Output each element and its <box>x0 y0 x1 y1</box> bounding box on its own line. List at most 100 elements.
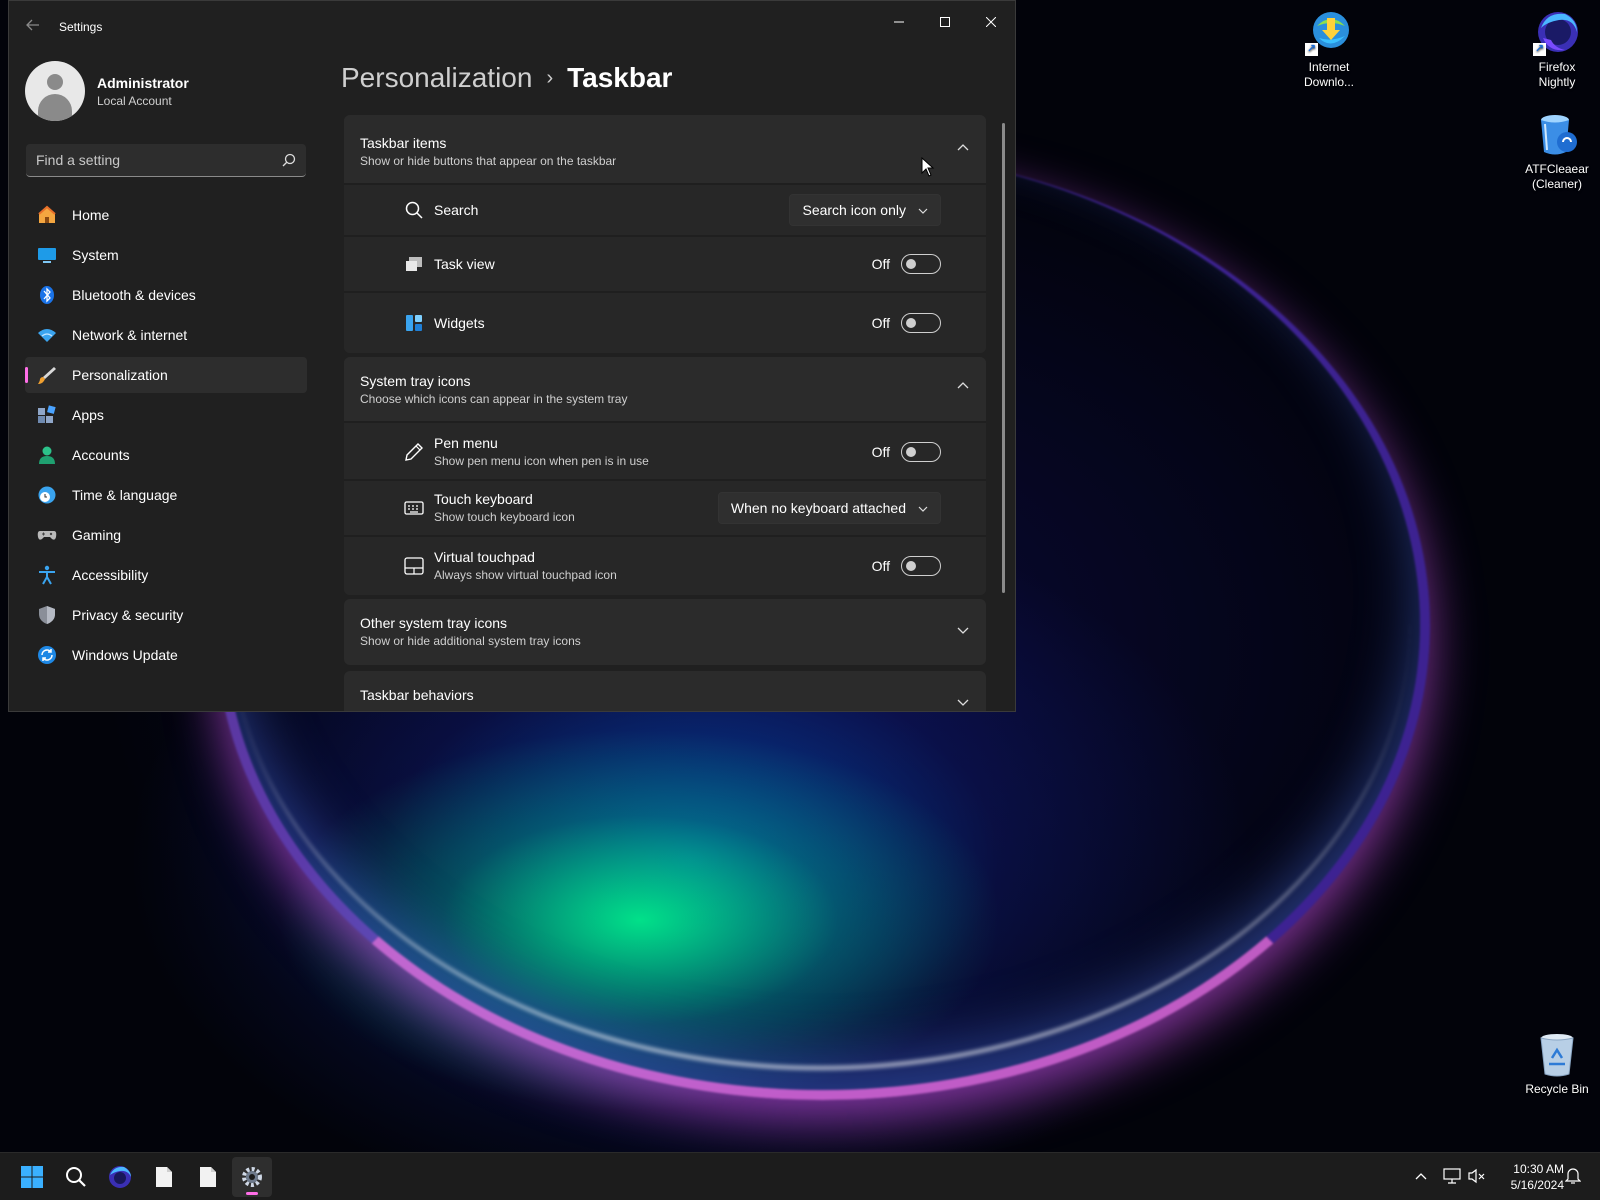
taskbar-clock[interactable]: 10:30 AM 5/16/2024 <box>1496 1161 1564 1193</box>
settings-gear-icon <box>242 1167 262 1187</box>
window-title: Settings <box>59 20 103 34</box>
virtual-touchpad-description: Always show virtual touchpad icon <box>434 568 617 582</box>
sidebar-item-system[interactable]: System <box>25 237 307 273</box>
sidebar-item-label: Windows Update <box>72 647 178 663</box>
user-account-type: Local Account <box>97 94 172 108</box>
desktop-icon-internet-download-manager[interactable]: ↗ Internet Downlo... <box>1291 8 1367 90</box>
sidebar-item-label: Accessibility <box>72 567 149 583</box>
maximize-button[interactable] <box>922 7 968 37</box>
sidebar-item-windows-update[interactable]: Windows Update <box>25 637 307 673</box>
privacy-shield-icon <box>37 605 57 625</box>
taskbar-file-1[interactable] <box>144 1157 184 1197</box>
pen-menu-label: Pen menu <box>434 435 498 451</box>
pen-menu-row: Pen menu Show pen menu icon when pen is … <box>344 421 986 479</box>
scrollbar-thumb[interactable] <box>1002 123 1005 593</box>
sidebar-item-personalization[interactable]: Personalization <box>25 357 307 393</box>
sidebar-item-accounts[interactable]: Accounts <box>25 437 307 473</box>
search-input[interactable] <box>26 144 266 176</box>
system-icon <box>37 245 57 265</box>
sidebar-item-label: Accounts <box>72 447 130 463</box>
system-tray-icons-header[interactable]: System tray icons Choose which icons can… <box>344 357 986 421</box>
taskbar-firefox-nightly[interactable] <box>100 1157 140 1197</box>
touchpad-icon <box>404 556 424 576</box>
search-icon <box>404 200 424 220</box>
task-view-toggle-state: Off <box>871 256 890 272</box>
close-button[interactable] <box>968 7 1014 37</box>
other-system-tray-icons-section[interactable]: Other system tray icons Show or hide add… <box>344 599 986 665</box>
sidebar-item-privacy-security[interactable]: Privacy & security <box>25 597 307 633</box>
virtual-touchpad-toggle[interactable] <box>901 556 941 576</box>
scrollbar[interactable] <box>1002 123 1006 593</box>
start-button[interactable] <box>12 1157 52 1197</box>
sidebar-item-network-internet[interactable]: Network & internet <box>25 317 307 353</box>
taskbar: 10:30 AM 5/16/2024 <box>0 1152 1600 1200</box>
breadcrumb-parent[interactable]: Personalization <box>341 62 532 93</box>
widgets-label: Widgets <box>434 315 485 331</box>
sidebar-item-label: Apps <box>72 407 104 423</box>
sidebar: Administrator Local Account Home System <box>9 53 319 711</box>
desktop-icon-atf-cleaner[interactable]: ATFCleaear (Cleaner) <box>1519 110 1595 192</box>
document-icon <box>156 1167 172 1187</box>
avatar[interactable] <box>25 61 85 121</box>
chevron-up-icon[interactable] <box>956 381 970 391</box>
search-setting-row: Search Search icon only <box>344 183 986 235</box>
title-bar[interactable]: Settings <box>9 1 1015 53</box>
virtual-touchpad-toggle-state: Off <box>871 558 890 574</box>
taskbar-file-2[interactable] <box>188 1157 228 1197</box>
atf-cleaner-icon <box>1533 110 1581 158</box>
time-language-icon <box>37 485 57 505</box>
touch-keyboard-dropdown[interactable]: When no keyboard attached <box>717 492 941 524</box>
volume-tray-button[interactable] <box>1466 1165 1488 1187</box>
sidebar-item-label: Network & internet <box>72 327 188 343</box>
desktop-icon-firefox-nightly[interactable]: ↗ Firefox Nightly <box>1519 8 1595 90</box>
sidebar-item-bluetooth-devices[interactable]: Bluetooth & devices <box>25 277 307 313</box>
back-button[interactable] <box>19 15 47 39</box>
search-icon[interactable] <box>282 153 296 167</box>
chevron-down-icon[interactable] <box>956 625 970 635</box>
mouse-cursor-icon <box>921 157 935 177</box>
desktop-icon-recycle-bin[interactable]: Recycle Bin <box>1519 1030 1595 1097</box>
task-view-label: Task view <box>434 256 495 272</box>
notifications-button[interactable] <box>1562 1165 1584 1187</box>
show-hidden-icons-button[interactable] <box>1410 1165 1432 1187</box>
network-ethernet-icon <box>1443 1168 1461 1184</box>
taskbar-behaviors-section[interactable]: Taskbar behaviors <box>344 671 986 711</box>
desktop-icon-label: Firefox Nightly <box>1538 60 1576 89</box>
taskbar-search-button[interactable] <box>56 1157 96 1197</box>
settings-window: Settings Administrator Local Account Fin… <box>8 0 1016 712</box>
sidebar-item-home[interactable]: Home <box>25 197 307 233</box>
sidebar-item-label: Personalization <box>72 367 168 383</box>
chevron-up-icon <box>1415 1173 1427 1180</box>
widgets-row: Widgets Off <box>344 291 986 353</box>
internet-download-manager-icon: ↗ <box>1305 8 1353 56</box>
close-icon <box>986 17 996 27</box>
search-mode-dropdown[interactable]: Search icon only <box>789 194 941 226</box>
clock-time: 10:30 AM <box>1513 1162 1564 1176</box>
task-view-toggle[interactable] <box>901 254 941 274</box>
section-title: Taskbar behaviors <box>360 687 474 703</box>
recycle-bin-icon <box>1533 1030 1581 1078</box>
chevron-down-icon <box>918 506 928 512</box>
chevron-up-icon[interactable] <box>956 143 970 153</box>
taskbar-items-header[interactable]: Taskbar items Show or hide buttons that … <box>344 115 986 183</box>
section-title: Other system tray icons <box>360 615 508 631</box>
widgets-toggle[interactable] <box>901 313 941 333</box>
sidebar-item-accessibility[interactable]: Accessibility <box>25 557 307 593</box>
taskbar-items-section: Taskbar items Show or hide buttons that … <box>344 115 986 353</box>
pen-menu-toggle[interactable] <box>901 442 941 462</box>
nav-list: Home System Bluetooth & devices Network … <box>25 197 307 677</box>
system-tray-icons-section: System tray icons Choose which icons can… <box>344 357 986 595</box>
back-arrow-icon <box>26 19 39 31</box>
search-box[interactable] <box>26 144 306 177</box>
sidebar-item-apps[interactable]: Apps <box>25 397 307 433</box>
windows-logo-icon <box>21 1166 43 1188</box>
chevron-down-icon[interactable] <box>956 697 970 707</box>
sidebar-item-gaming[interactable]: Gaming <box>25 517 307 553</box>
touch-keyboard-row: Touch keyboard Show touch keyboard icon … <box>344 479 986 535</box>
network-tray-button[interactable] <box>1441 1165 1463 1187</box>
taskbar-settings[interactable] <box>232 1157 272 1197</box>
sidebar-item-label: Bluetooth & devices <box>72 287 196 303</box>
minimize-button[interactable] <box>876 7 922 37</box>
sidebar-item-time-language[interactable]: Time & language <box>25 477 307 513</box>
chevron-down-icon <box>918 208 928 214</box>
